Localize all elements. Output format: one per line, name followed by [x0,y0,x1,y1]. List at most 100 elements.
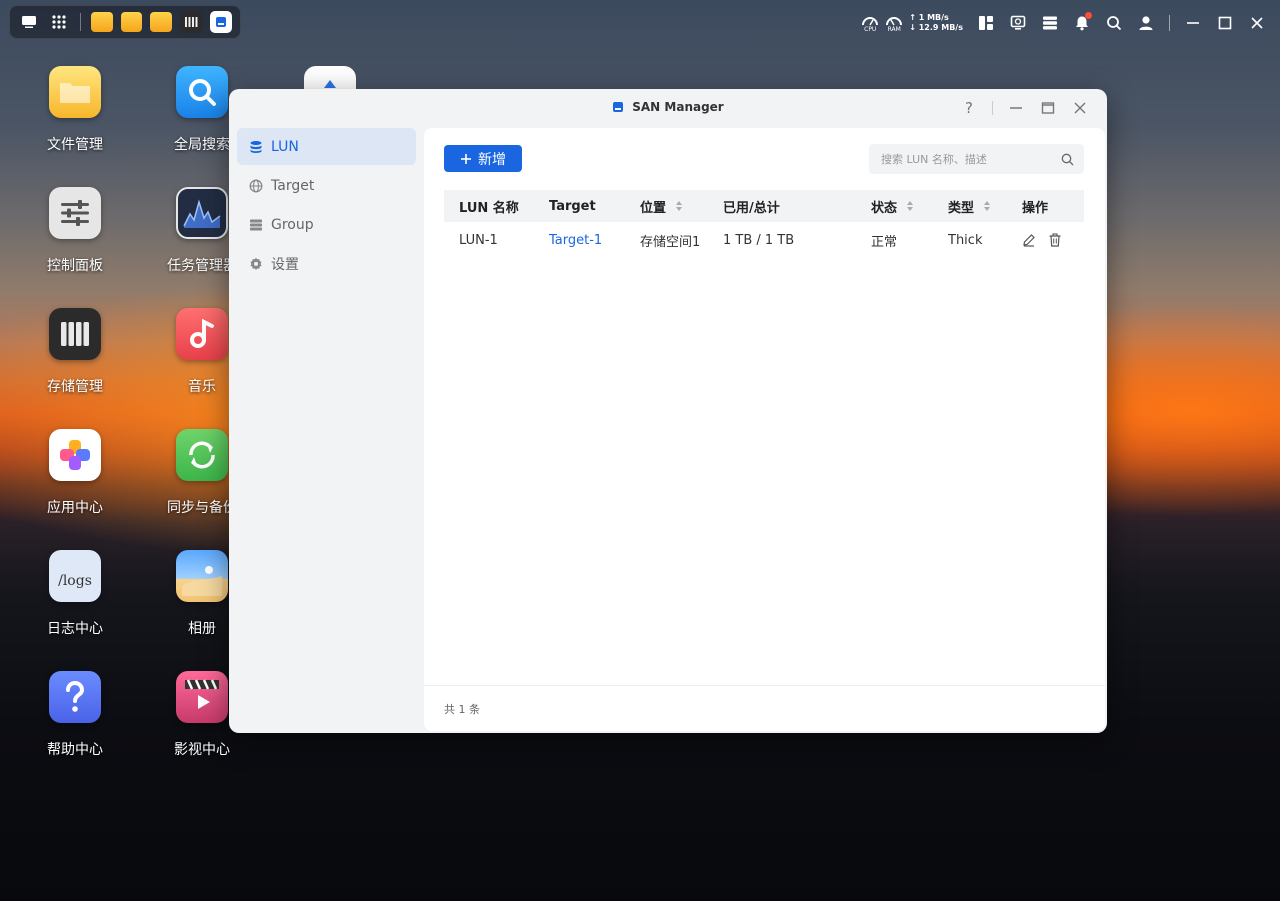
desktop-icon-label: 文件管理 [47,137,103,153]
desktop-icon-label: 全局搜索 [174,137,230,153]
desktop-icon-label: 任务管理器 [167,258,237,274]
add-button-label: 新增 [478,151,506,168]
database-icon [250,140,262,153]
window-titlebar[interactable]: SAN Manager ? [229,89,1107,127]
sidebar-item-group[interactable]: Group [237,206,416,243]
sidebar: LUN Target Group 设置 [237,128,416,284]
folder-icon [49,66,101,118]
desktop-icon-storage-manager[interactable]: 存储管理 [25,308,125,396]
desktop-icon-app-center[interactable]: 应用中心 [25,429,125,517]
sidebar-item-lun[interactable]: LUN [237,128,416,165]
column-header-text: 操作 [1022,200,1049,216]
close-button[interactable] [1071,99,1089,117]
column-header-text: 类型 [948,200,975,216]
main-panel: 新增 LUN 名称 Target 位置 已用/总计 状态 类型 操作 LUN-1… [424,128,1105,731]
column-header-text: 位置 [640,200,667,216]
sidebar-item-label: Group [271,216,314,233]
cell-lun-name: LUN-1 [459,232,498,248]
taskbar-file-manager-icon[interactable] [150,12,173,32]
logs-icon: /logs [49,550,101,602]
monitor-icon[interactable] [1009,14,1027,32]
taskbar-storage-manager-icon[interactable] [180,11,203,33]
desktop-icon-help-center[interactable]: 帮助中心 [25,671,125,759]
film-clapper-icon [176,671,228,723]
sort-icon[interactable] [676,201,683,211]
column-header-text: Target [549,198,596,214]
app-launcher-icon[interactable] [48,11,70,33]
desktop-icon-label: 存储管理 [47,379,103,395]
activity-chart-icon [176,187,228,239]
add-lun-button[interactable]: 新增 [444,145,522,172]
close-icon[interactable] [1248,14,1266,32]
desktop-icon-label: 相册 [188,621,216,637]
plus-icon [461,153,471,164]
search-icon[interactable] [1105,14,1123,32]
taskbar-san-manager-icon[interactable] [210,11,233,33]
cell-actions [1007,233,1084,247]
net-download: ↓ 12.9 MB/s [909,23,963,32]
cpu-gauge[interactable]: CPU [861,14,879,33]
table-row[interactable]: LUN-1 Target-1 存储空间1 1 TB / 1 TB 正常 Thic… [444,222,1084,258]
edit-pencil-icon[interactable] [1022,233,1036,247]
search-icon[interactable] [1061,153,1074,166]
desktop-icon-log-center[interactable]: /logs 日志中心 [25,550,125,638]
sidebar-item-target[interactable]: Target [237,167,416,204]
cell-target-link[interactable]: Target-1 [534,233,625,248]
desktop-icon-file-manager[interactable]: 文件管理 [25,66,125,154]
sidebar-item-label: 设置 [271,256,299,273]
window-controls: ? [960,99,1089,117]
minimize-icon [1010,107,1022,109]
taskbar-divider [79,13,81,31]
storage-bays-icon [49,308,101,360]
column-header-status[interactable]: 状态 [856,197,933,216]
cell-usage: 1 TB / 1 TB [723,232,795,248]
network-speed[interactable]: ↑ 1 MB/s ↓ 12.9 MB/s [909,13,963,33]
column-header-usage: 已用/总计 [708,197,856,216]
desktop-icon-control-panel[interactable]: 控制面板 [25,187,125,275]
minimize-all-icon[interactable] [1184,14,1202,32]
column-header-target: Target [534,199,625,214]
task-list-icon[interactable] [1041,14,1059,32]
column-header-type[interactable]: 类型 [933,197,1007,216]
column-header-text: 已用/总计 [723,200,780,216]
cell-type: Thick [948,232,983,248]
desktop-icon-label: 应用中心 [47,500,103,516]
desktop-icon-label: 帮助中心 [47,742,103,758]
ram-label: RAM [887,25,901,33]
column-header-text: LUN 名称 [459,200,519,216]
help-question-icon [49,671,101,723]
photo-landscape-icon [176,550,228,602]
table-header: LUN 名称 Target 位置 已用/总计 状态 类型 操作 [444,190,1084,222]
taskbar-file-manager-icon[interactable] [120,12,143,32]
minimize-button[interactable] [1007,99,1025,117]
maximize-button[interactable] [1039,99,1057,117]
sidebar-item-settings[interactable]: 设置 [237,245,416,282]
logs-icon-text: /logs [58,573,92,589]
user-avatar-icon[interactable] [1137,14,1155,32]
help-button[interactable]: ? [960,99,978,117]
notification-bell-icon[interactable] [1073,12,1092,32]
row-actions [1022,233,1062,247]
delete-trash-icon[interactable] [1048,233,1062,247]
sort-icon[interactable] [907,201,914,211]
taskbar-file-manager-icon[interactable] [90,12,113,32]
search-input[interactable] [881,152,1061,166]
desktop-icon-label: 同步与备份 [167,500,237,516]
search-box[interactable] [869,144,1084,174]
widgets-icon[interactable] [977,14,995,32]
sort-icon[interactable] [984,201,991,211]
app-center-icon [49,429,101,481]
sidebar-item-label: LUN [271,138,299,155]
desktop-icon-label: 音乐 [188,379,216,395]
maximize-icon[interactable] [1216,14,1234,32]
desktop-icon-label: 影视中心 [174,742,230,758]
show-desktop-icon[interactable] [18,11,40,33]
desktop-icon-label: 控制面板 [47,258,103,274]
san-manager-window: SAN Manager ? LUN Target Group 设置 新增 搜索 … [229,89,1107,733]
close-icon [1074,102,1086,114]
sync-icon [176,429,228,481]
total-count: 共 1 条 [444,702,480,716]
column-header-location[interactable]: 位置 [625,197,708,216]
lun-table: LUN 名称 Target 位置 已用/总计 状态 类型 操作 LUN-1 Ta… [444,190,1084,258]
ram-gauge[interactable]: RAM [885,14,903,33]
